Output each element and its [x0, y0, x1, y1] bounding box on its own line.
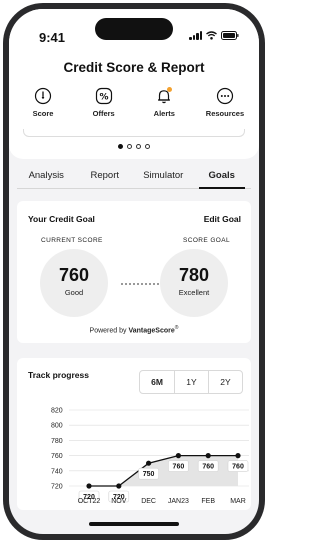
nav-item-score[interactable]: Score: [17, 87, 69, 118]
nav-label-score: Score: [32, 109, 54, 118]
data-point: [205, 453, 211, 459]
data-label: 750: [143, 471, 155, 478]
nav-label-alerts: Alerts: [153, 109, 175, 118]
carousel-card-edge: [23, 129, 245, 137]
vantagescore-brand: VantageScore: [128, 327, 175, 335]
app-header: Credit Score & Report Score % Offers Ale…: [9, 49, 259, 159]
carousel-dot[interactable]: [118, 144, 123, 149]
current-score-value: 760: [58, 265, 90, 285]
battery-icon: [221, 31, 239, 40]
period-2y[interactable]: 2Y: [208, 371, 242, 393]
score-goal-rating: Excellent: [178, 288, 210, 297]
track-progress-title: Track progress: [28, 370, 89, 380]
score-goal-circle: 780 Excellent: [160, 249, 228, 317]
x-tick-label: FEB: [201, 498, 215, 505]
phone-frame: 9:41 Credit Score & Report Score % Offer…: [3, 3, 265, 540]
tab-report[interactable]: Report: [76, 167, 135, 188]
wifi-icon: [206, 31, 217, 40]
top-nav: Score % Offers Alerts Resources: [17, 87, 251, 118]
data-point: [146, 460, 152, 466]
data-point: [116, 483, 122, 489]
tab-goals[interactable]: Goals: [193, 167, 252, 189]
carousel-dot[interactable]: [145, 144, 150, 149]
score-goal-value: 780: [178, 265, 210, 285]
section-tabs: Analysis Report Simulator Goals: [17, 167, 251, 189]
period-6m[interactable]: 6M: [140, 371, 174, 393]
data-point: [175, 453, 181, 459]
y-tick-label: 720: [51, 484, 63, 491]
data-label: 760: [232, 464, 244, 471]
current-score-circle: 760 Good: [40, 249, 108, 317]
tab-analysis[interactable]: Analysis: [17, 167, 76, 188]
data-label: 760: [173, 464, 185, 471]
y-tick-label: 820: [51, 408, 63, 415]
nav-label-offers: Offers: [92, 109, 115, 118]
data-point: [235, 453, 241, 459]
svg-text:%: %: [99, 92, 108, 102]
carousel-dot[interactable]: [136, 144, 141, 149]
status-icons: [189, 31, 239, 40]
current-score-rating: Good: [64, 288, 84, 297]
x-tick-label: JAN23: [168, 498, 189, 505]
x-tick-label: OCT22: [78, 498, 101, 505]
current-score-label: CURRENT SCORE: [41, 237, 103, 244]
percent-icon: %: [95, 87, 112, 105]
dynamic-island: [95, 18, 173, 40]
carousel-dots: [9, 144, 259, 149]
goal-heading: Your Credit Goal: [28, 214, 95, 224]
nav-item-resources[interactable]: Resources: [199, 87, 251, 118]
carousel-dot[interactable]: [127, 144, 132, 149]
x-tick-label: DEC: [141, 498, 156, 505]
signal-icon: [189, 31, 202, 40]
credit-goal-card: Your Credit Goal Edit Goal CURRENT SCORE…: [17, 201, 251, 343]
powered-prefix: Powered by: [89, 327, 129, 335]
nav-label-resources: Resources: [205, 109, 245, 118]
y-tick-label: 760: [51, 453, 63, 460]
powered-by: Powered by VantageScore®: [17, 325, 251, 334]
y-tick-label: 800: [51, 423, 63, 430]
home-indicator: [89, 522, 179, 526]
tab-simulator[interactable]: Simulator: [134, 167, 193, 188]
page-title: Credit Score & Report: [63, 60, 205, 75]
x-tick-label: MAR: [230, 498, 246, 505]
nav-item-offers[interactable]: % Offers: [78, 87, 130, 118]
more-icon: [216, 87, 234, 105]
screen: 9:41 Credit Score & Report Score % Offer…: [9, 9, 259, 534]
score-goal-label: SCORE GOAL: [183, 237, 230, 244]
edit-goal-button[interactable]: Edit Goal: [204, 214, 241, 224]
data-label: 760: [202, 464, 214, 471]
data-point: [86, 483, 92, 489]
gauge-icon: [34, 87, 52, 105]
nav-item-alerts[interactable]: Alerts: [138, 87, 190, 118]
y-tick-label: 780: [51, 438, 63, 445]
period-1y[interactable]: 1Y: [174, 371, 208, 393]
period-selector: 6M 1Y 2Y: [139, 370, 243, 394]
x-tick-label: NOV: [111, 498, 127, 505]
status-time: 9:41: [39, 30, 66, 45]
y-tick-label: 740: [51, 468, 63, 475]
track-progress-card: 720 740 760 780 800 820 720 720 750 760 760 760 OCT2…: [17, 358, 251, 510]
registered-mark: ®: [174, 325, 179, 331]
